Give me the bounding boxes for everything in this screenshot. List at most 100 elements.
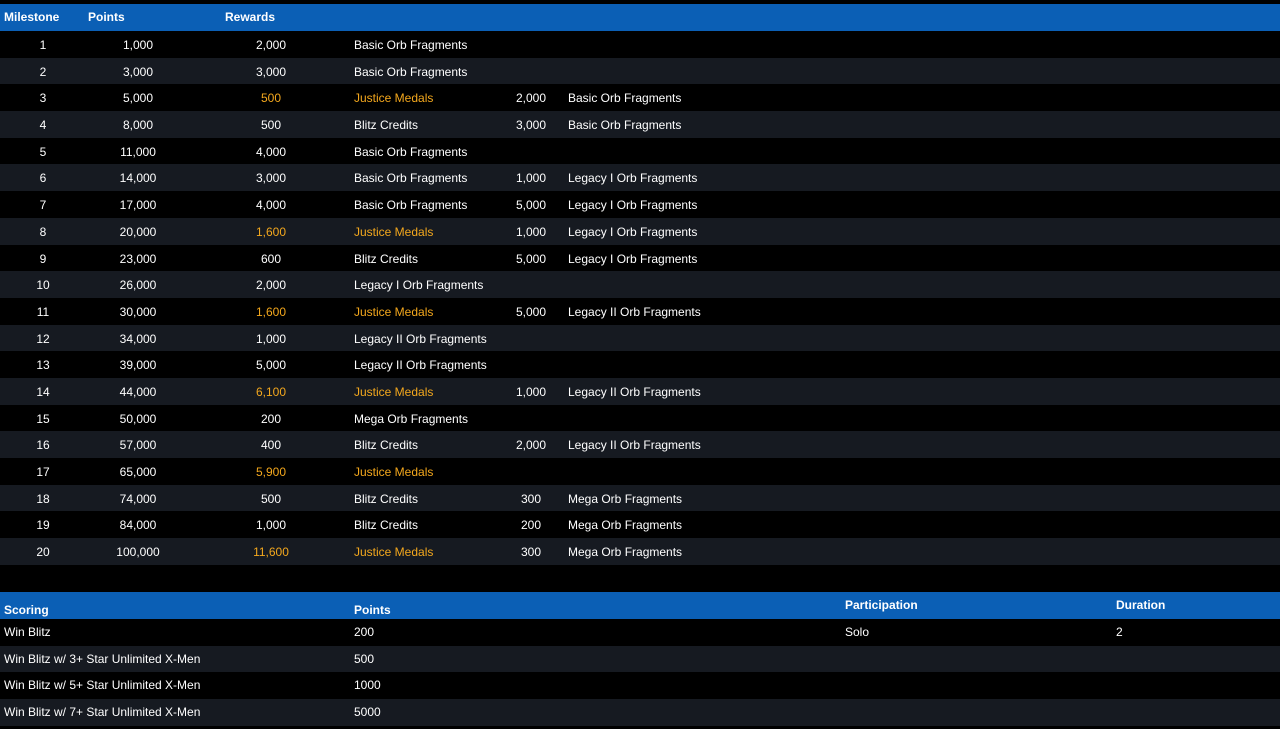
scoring-table: Scoring Points Participation Duration Wi… xyxy=(0,592,1280,726)
reward-2-name: Legacy II Orb Fragments xyxy=(568,438,701,453)
milestone-row: 3 5,000 500 Justice Medals 2,000 Basic Orb Fr… xyxy=(0,84,1280,112)
reward-2-amount: 5,000 xyxy=(515,198,547,213)
reward-2-name: Legacy I Orb Fragments xyxy=(568,171,698,186)
milestone-number: 17 xyxy=(36,465,50,479)
milestone-number: 15 xyxy=(36,411,50,426)
milestone-points: 65,000 xyxy=(119,465,157,479)
reward-1-name: Justice Medals xyxy=(354,91,434,106)
milestone-points: 57,000 xyxy=(119,438,157,453)
milestone-row: 16 57,000 400 Blitz Credits 2,000 Legacy II O… xyxy=(0,431,1280,458)
milestone-number: 2 xyxy=(39,64,47,79)
milestone-number: 10 xyxy=(36,278,50,293)
reward-1-amount: 3,000 xyxy=(255,64,287,79)
reward-1-name: Justice Medals xyxy=(354,304,434,319)
milestone-row: 5 11,000 4,000 Basic Orb Fragments xyxy=(0,137,1280,165)
reward-1-amount: 5,000 xyxy=(255,358,287,373)
milestone-points: 74,000 xyxy=(119,491,157,506)
reward-1-name: Basic Orb Fragments xyxy=(354,144,468,159)
reward-1-amount: 1,600 xyxy=(255,224,287,239)
scoring-condition: Win Blitz w/ 3+ Star Unlimited X-Men xyxy=(4,651,201,666)
milestone-points: 23,000 xyxy=(119,251,157,266)
milestone-points: 34,000 xyxy=(119,331,157,346)
reward-2-amount: 1,000 xyxy=(515,384,547,399)
reward-2-name: Legacy I Orb Fragments xyxy=(568,198,698,213)
milestone-row: 2 3,000 3,000 Basic Orb Fragments xyxy=(0,57,1280,85)
milestone-column-header: Milestone xyxy=(4,10,60,24)
scoring-header-row: Scoring Points Participation Duration xyxy=(0,592,1280,619)
reward-1-name: Blitz Credits xyxy=(354,438,419,453)
milestone-row: 12 34,000 1,000 Legacy II Orb Fragments xyxy=(0,324,1280,352)
reward-2-amount: 200 xyxy=(520,518,542,533)
participation-value: Solo xyxy=(845,625,870,639)
scoring-body: Win Blitz 200 Solo 2 Win Blitz w/ 3+ Star Un… xyxy=(0,619,1280,726)
reward-1-amount: 6,100 xyxy=(255,384,287,399)
milestone-points: 26,000 xyxy=(119,278,157,293)
milestone-row: 19 84,000 1,000 Blitz Credits 200 Mega Orb Fr… xyxy=(0,511,1280,539)
milestone-points: 17,000 xyxy=(119,198,157,213)
scoring-condition: Win Blitz w/ 5+ Star Unlimited X-Men xyxy=(4,678,201,693)
milestones-table: Milestone Points Rewards 1 1,000 2,000 Basi… xyxy=(0,4,1280,565)
reward-2-amount: 5,000 xyxy=(515,251,547,266)
reward-1-amount: 4,000 xyxy=(255,144,287,159)
scoring-points: 200 xyxy=(354,625,375,639)
milestone-number: 19 xyxy=(36,518,50,533)
milestone-number: 9 xyxy=(39,251,47,266)
milestone-points: 100,000 xyxy=(116,545,160,560)
reward-2-amount: 300 xyxy=(520,545,542,560)
reward-1-amount: 500 xyxy=(260,91,282,106)
milestone-number: 7 xyxy=(39,198,47,213)
scoring-row: Win Blitz w/ 7+ Star Unlimited X-Men 5000 xyxy=(0,699,1280,726)
reward-1-name: Justice Medals xyxy=(354,224,434,239)
reward-1-amount: 1,600 xyxy=(255,304,287,319)
milestone-number: 1 xyxy=(39,38,47,52)
milestone-row: 18 74,000 500 Blitz Credits 300 Mega Orb Frag… xyxy=(0,484,1280,512)
milestone-points: 84,000 xyxy=(119,518,157,533)
milestones-body: 1 1,000 2,000 Basic Orb Fragments 2 3,000 3,00… xyxy=(0,31,1280,565)
reward-2-name: Basic Orb Fragments xyxy=(568,91,682,106)
milestone-number: 12 xyxy=(36,331,50,346)
reward-1-amount: 4,000 xyxy=(255,198,287,213)
milestone-points: 8,000 xyxy=(122,118,154,133)
milestone-points: 5,000 xyxy=(122,91,154,106)
reward-1-name: Legacy I Orb Fragments xyxy=(354,278,484,293)
page: Milestone Points Rewards 1 1,000 2,000 Basi… xyxy=(0,0,1280,729)
reward-1-name: Blitz Credits xyxy=(354,491,419,506)
reward-2-amount: 1,000 xyxy=(515,224,547,239)
milestone-number: 14 xyxy=(36,384,50,399)
duration-value: 2 xyxy=(1116,625,1123,639)
milestone-row: 6 14,000 3,000 Basic Orb Fragments 1,000 Lega… xyxy=(0,164,1280,192)
milestone-number: 3 xyxy=(39,91,47,106)
scoring-row: Win Blitz w/ 3+ Star Unlimited X-Men 500 xyxy=(0,645,1280,673)
reward-2-amount: 300 xyxy=(520,491,542,506)
reward-1-name: Blitz Credits xyxy=(354,518,419,533)
reward-2-amount: 2,000 xyxy=(515,91,547,106)
reward-1-name: Blitz Credits xyxy=(354,251,419,266)
reward-2-amount: 5,000 xyxy=(515,304,547,319)
milestone-number: 8 xyxy=(39,224,47,239)
milestone-row: 7 17,000 4,000 Basic Orb Fragments 5,000 Lega… xyxy=(0,191,1280,218)
scoring-row: Win Blitz 200 Solo 2 xyxy=(0,619,1280,646)
milestone-number: 6 xyxy=(39,171,47,186)
milestone-row: 10 26,000 2,000 Legacy I Orb Fragments xyxy=(0,271,1280,298)
scoring-points: 500 xyxy=(354,651,375,666)
reward-1-amount: 200 xyxy=(260,411,282,426)
reward-1-amount: 11,600 xyxy=(253,545,289,560)
reward-2-name: Basic Orb Fragments xyxy=(568,118,682,133)
reward-1-name: Legacy II Orb Fragments xyxy=(354,331,487,346)
reward-2-name: Legacy II Orb Fragments xyxy=(568,304,701,319)
milestone-points: 44,000 xyxy=(119,384,157,399)
scoring-condition: Win Blitz xyxy=(4,625,51,639)
reward-2-name: Legacy I Orb Fragments xyxy=(568,224,698,239)
milestone-number: 13 xyxy=(36,358,50,373)
milestone-number: 5 xyxy=(39,144,47,159)
reward-2-amount: 2,000 xyxy=(515,438,547,453)
points-column-header: Points xyxy=(88,10,125,24)
reward-2-name: Mega Orb Fragments xyxy=(568,545,683,560)
milestone-points: 14,000 xyxy=(119,171,157,186)
reward-2-name: Mega Orb Fragments xyxy=(568,518,683,533)
milestone-row: 11 30,000 1,600 Justice Medals 5,000 Legacy I… xyxy=(0,297,1280,325)
reward-1-name: Mega Orb Fragments xyxy=(354,411,469,426)
reward-1-amount: 5,900 xyxy=(255,465,287,479)
milestone-points: 1,000 xyxy=(122,38,154,52)
scoring-points-column-header: Points xyxy=(354,603,391,617)
